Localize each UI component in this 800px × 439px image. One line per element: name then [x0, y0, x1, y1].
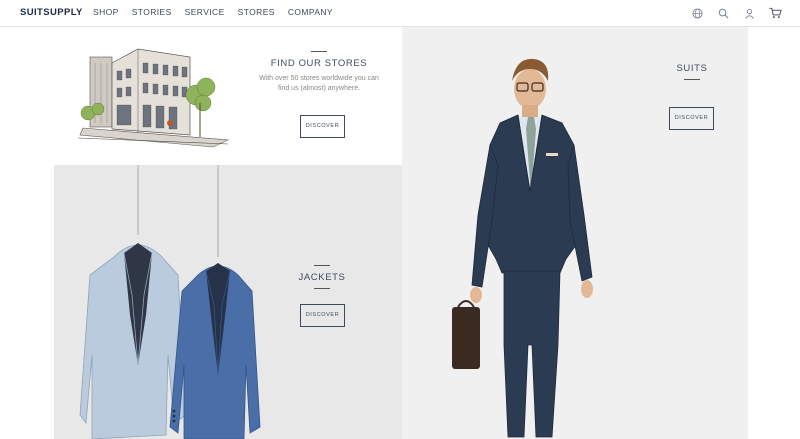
suits-panel: SUITS DISCOVER [402, 27, 748, 439]
title-dash-bottom [314, 288, 330, 289]
title-dash [314, 265, 330, 266]
stores-title-block: FIND OUR STORES With over 50 stores worl… [244, 51, 394, 138]
main-nav: SHOP STORIES SERVICE STORES COMPANY [93, 7, 333, 17]
nav-shop[interactable]: SHOP [93, 7, 119, 17]
stores-subtitle-line1: With over 50 stores worldwide you can [259, 75, 379, 82]
brand-logo[interactable]: SUITSUPPLY [20, 7, 83, 18]
suits-discover-button[interactable]: DISCOVER [669, 107, 714, 130]
cart-icon[interactable] [768, 6, 782, 20]
stores-panel: FIND OUR STORES With over 50 stores worl… [54, 27, 402, 165]
site-header: SUITSUPPLY SHOP STORIES SERVICE STORES C… [0, 0, 800, 27]
header-icons [690, 6, 782, 20]
nav-company[interactable]: COMPANY [288, 7, 333, 17]
jackets-discover-button[interactable]: DISCOVER [300, 304, 345, 327]
jackets-panel: JACKETS DISCOVER [54, 165, 402, 439]
stores-discover-button[interactable]: DISCOVER [300, 115, 345, 138]
user-icon[interactable] [742, 6, 756, 20]
globe-icon[interactable] [690, 6, 704, 20]
nav-service[interactable]: SERVICE [185, 7, 225, 17]
jackets-title-block: JACKETS DISCOVER [292, 265, 352, 327]
nav-stories[interactable]: STORIES [132, 7, 172, 17]
stores-title: FIND OUR STORES [270, 58, 368, 69]
nav-stores[interactable]: STORES [238, 7, 275, 17]
stores-subtitle-line2: find us (almost) anywhere. [277, 85, 361, 92]
jackets-title: JACKETS [298, 272, 346, 283]
suits-title: SUITS [676, 63, 708, 74]
title-dash-bottom [684, 79, 700, 80]
suits-title-block: SUITS DISCOVER [647, 57, 737, 130]
store-building-illustration [78, 48, 230, 148]
suit-model-image [452, 58, 593, 438]
search-icon[interactable] [716, 6, 730, 20]
jackets-image [79, 165, 261, 439]
title-dash [311, 51, 327, 52]
